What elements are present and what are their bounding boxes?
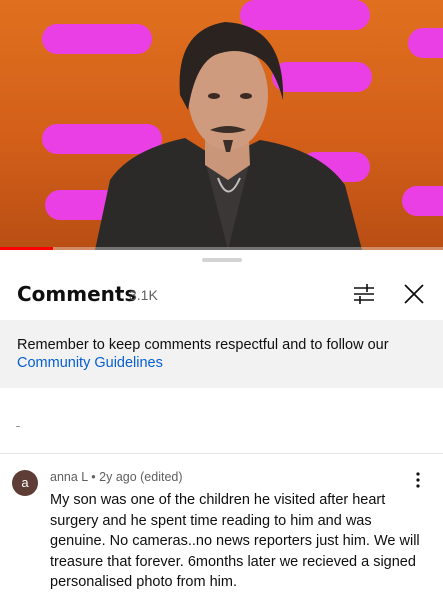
divider — [0, 453, 443, 454]
community-notice: Remember to keep comments respectful and… — [0, 320, 443, 388]
comment-meta: anna L • 2y ago (edited) — [50, 470, 183, 484]
notice-text: Remember to keep comments respectful and… — [17, 336, 427, 372]
comments-header: Comments 3.1K — [0, 276, 443, 316]
meta-separator: • — [91, 470, 96, 484]
comment-item: a anna L • 2y ago (edited) My son was on… — [0, 466, 443, 600]
sliders-icon[interactable] — [351, 281, 377, 307]
comments-sheet: Comments 3.1K Remember to keep comments … — [0, 250, 443, 600]
close-icon[interactable] — [401, 281, 427, 307]
community-guidelines-link[interactable]: Community Guidelines — [17, 355, 163, 371]
comment-author[interactable]: anna L — [50, 470, 88, 484]
more-options-icon[interactable] — [409, 470, 427, 490]
video-player[interactable] — [0, 0, 443, 250]
loading-indicator — [16, 426, 20, 427]
comments-title: Comments — [17, 282, 137, 306]
comment-text: My son was one of the children he visite… — [50, 492, 420, 590]
person-silhouette — [95, 22, 362, 250]
notice-message: Remember to keep comments respectful and… — [17, 337, 389, 353]
drag-handle[interactable] — [202, 258, 242, 262]
comment-time: 2y ago (edited) — [99, 470, 183, 484]
avatar[interactable]: a — [12, 470, 38, 496]
comments-count: 3.1K — [129, 287, 158, 303]
